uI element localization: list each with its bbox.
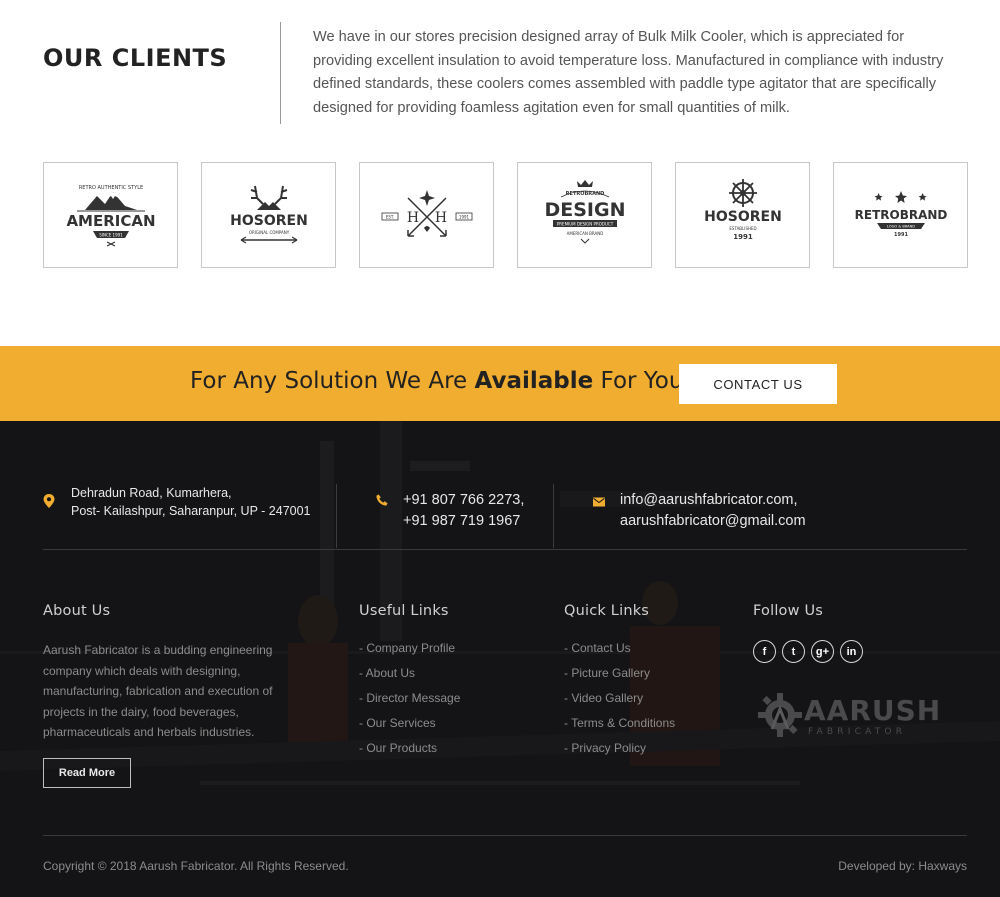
cta-text-pre: For Any Solution We Are bbox=[190, 368, 475, 394]
email-line-2[interactable]: aarushfabricator@gmail.com bbox=[620, 511, 806, 532]
facebook-icon[interactable]: f bbox=[753, 640, 776, 663]
footer-divider-bottom bbox=[43, 835, 967, 836]
client-logo-hosoren-wheel[interactable]: HOSOREN ESTABLISHED 1991 bbox=[675, 162, 810, 268]
cta-text-post: For You bbox=[593, 368, 684, 394]
svg-text:EST.: EST. bbox=[385, 215, 393, 220]
client-logo-design[interactable]: RETROBRAND DESIGN PREMIUM DESIGN PRODUCT… bbox=[517, 162, 652, 268]
svg-text:1991: 1991 bbox=[894, 232, 908, 238]
developed-by-text[interactable]: Developed by: Haxways bbox=[838, 859, 967, 873]
link-privacy-policy[interactable]: - Privacy Policy bbox=[564, 739, 675, 764]
quick-links-heading: Quick Links bbox=[564, 603, 650, 619]
link-contact-us[interactable]: - Contact Us bbox=[564, 639, 675, 664]
svg-text:AARUSH: AARUSH bbox=[804, 694, 941, 727]
svg-text:LOGO & BRAND: LOGO & BRAND bbox=[886, 225, 914, 229]
client-logo-hh-arrows-art: H H EST. 1991 bbox=[381, 190, 472, 237]
copyright-text: Copyright © 2018 Aarush Fabricator. All … bbox=[43, 859, 349, 873]
linkedin-icon[interactable]: in bbox=[840, 640, 863, 663]
about-us-text: Aarush Fabricator is a budding engineeri… bbox=[43, 643, 273, 740]
clients-description: We have in our stores precision designed… bbox=[313, 29, 944, 116]
phone-line-1[interactable]: +91 807 766 2273, bbox=[403, 490, 524, 511]
contact-separator bbox=[553, 484, 554, 548]
cta-text-bold: Available bbox=[474, 368, 594, 394]
contact-us-button[interactable]: CONTACT US bbox=[679, 364, 837, 404]
client-logo-american[interactable]: RETRO AUTHENTIC STYLE AMERICAN SINCE 199… bbox=[43, 162, 178, 268]
useful-links-list: - Company Profile - About Us - Director … bbox=[359, 639, 460, 764]
address-text: Dehradun Road, Kumarhera, Post- Kailashp… bbox=[71, 484, 311, 520]
client-logo-hh-arrows[interactable]: H H EST. 1991 bbox=[359, 162, 494, 268]
svg-text:RETROBRAND: RETROBRAND bbox=[854, 208, 947, 222]
svg-text:DESIGN: DESIGN bbox=[544, 199, 625, 221]
email-line-1[interactable]: info@aarushfabricator.com, bbox=[620, 490, 806, 511]
svg-text:AMERICAN BRAND: AMERICAN BRAND bbox=[566, 231, 603, 236]
svg-text:1991: 1991 bbox=[458, 215, 469, 220]
link-about-us[interactable]: - About Us bbox=[359, 664, 460, 689]
link-our-services[interactable]: - Our Services bbox=[359, 714, 460, 739]
contact-separator bbox=[336, 484, 337, 548]
google-plus-icon[interactable]: g+ bbox=[811, 640, 834, 663]
useful-links-heading: Useful Links bbox=[359, 603, 449, 619]
footer-divider-top bbox=[43, 549, 967, 550]
phone-icon bbox=[376, 494, 388, 506]
cta-headline: For Any Solution We Are Available For Yo… bbox=[190, 368, 683, 394]
svg-text:H: H bbox=[434, 210, 446, 226]
link-our-products[interactable]: - Our Products bbox=[359, 739, 460, 764]
quick-links-list: - Contact Us - Picture Gallery - Video G… bbox=[564, 639, 675, 764]
link-picture-gallery[interactable]: - Picture Gallery bbox=[564, 664, 675, 689]
map-marker-icon bbox=[43, 494, 55, 508]
read-more-button[interactable]: Read More bbox=[43, 758, 131, 788]
phone-text[interactable]: +91 807 766 2273, +91 987 719 1967 bbox=[403, 490, 524, 532]
follow-us-heading: Follow Us bbox=[753, 603, 824, 619]
clients-divider bbox=[280, 22, 281, 124]
aarush-fabricator-logo: AARUSH FABRICATOR bbox=[758, 693, 941, 737]
svg-text:PREMIUM DESIGN PRODUCT: PREMIUM DESIGN PRODUCT bbox=[556, 222, 613, 227]
svg-text:HOSOREN: HOSOREN bbox=[230, 213, 308, 229]
client-logo-hosoren-wheel-art: HOSOREN ESTABLISHED 1991 bbox=[704, 179, 782, 241]
link-director-message[interactable]: - Director Message bbox=[359, 689, 460, 714]
about-us-heading: About Us bbox=[43, 603, 111, 619]
email-text[interactable]: info@aarushfabricator.com, aarushfabrica… bbox=[620, 490, 806, 532]
twitter-icon[interactable]: t bbox=[782, 640, 805, 663]
client-logo-hosoren-antlers-art: HOSOREN ORIGINAL COMPANY bbox=[230, 185, 308, 244]
client-logo-retrobrand[interactable]: RETROBRAND LOGO & BRAND 1991 bbox=[833, 162, 968, 268]
svg-text:FABRICATOR: FABRICATOR bbox=[808, 727, 906, 737]
contact-info-row: Dehradun Road, Kumarhera, Post- Kailashp… bbox=[0, 421, 1000, 551]
svg-text:H: H bbox=[406, 210, 418, 226]
svg-text:1991: 1991 bbox=[733, 233, 753, 241]
svg-text:RETROBRAND: RETROBRAND bbox=[565, 191, 604, 197]
clients-title: OUR CLIENTS bbox=[43, 44, 228, 72]
clients-section: OUR CLIENTS We have in our stores precis… bbox=[0, 0, 1000, 346]
client-logo-hosoren-antlers[interactable]: HOSOREN ORIGINAL COMPANY bbox=[201, 162, 336, 268]
phone-line-2[interactable]: +91 987 719 1967 bbox=[403, 511, 524, 532]
svg-text:HOSOREN: HOSOREN bbox=[704, 209, 782, 225]
svg-text:ESTABLISHED: ESTABLISHED bbox=[729, 226, 756, 231]
client-logo-design-art: RETROBRAND DESIGN PREMIUM DESIGN PRODUCT… bbox=[544, 180, 625, 244]
link-terms-conditions[interactable]: - Terms & Conditions bbox=[564, 714, 675, 739]
svg-text:AMERICAN: AMERICAN bbox=[66, 212, 155, 230]
social-links: f t g+ in bbox=[753, 640, 863, 663]
link-video-gallery[interactable]: - Video Gallery bbox=[564, 689, 675, 714]
client-logo-american-art: RETRO AUTHENTIC STYLE AMERICAN SINCE 199… bbox=[66, 185, 155, 247]
svg-text:RETRO AUTHENTIC STYLE: RETRO AUTHENTIC STYLE bbox=[78, 185, 142, 191]
envelope-icon bbox=[593, 497, 605, 507]
site-footer: Dehradun Road, Kumarhera, Post- Kailashp… bbox=[0, 421, 1000, 897]
address-line-2: Post- Kailashpur, Saharanpur, UP - 24700… bbox=[71, 504, 311, 518]
svg-text:ORIGINAL COMPANY: ORIGINAL COMPANY bbox=[248, 230, 289, 235]
address-line-1: Dehradun Road, Kumarhera, bbox=[71, 486, 232, 500]
link-company-profile[interactable]: - Company Profile bbox=[359, 639, 460, 664]
cta-banner: For Any Solution We Are Available For Yo… bbox=[0, 346, 1000, 421]
client-logo-retrobrand-art: RETROBRAND LOGO & BRAND 1991 bbox=[854, 191, 947, 238]
svg-text:SINCE 1991: SINCE 1991 bbox=[99, 233, 123, 238]
